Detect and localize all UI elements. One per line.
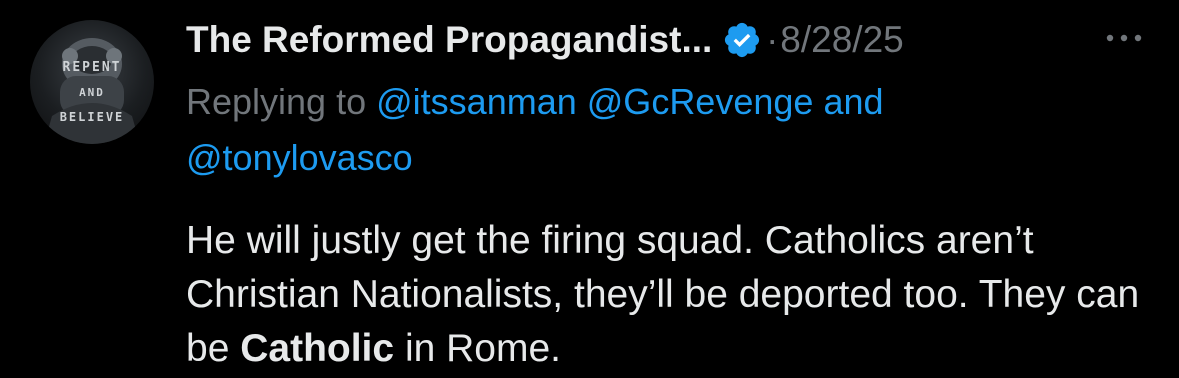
tweet[interactable]: REPENT AND BELIEVE The Reformed Propagan… [0,0,1179,378]
tweet-text: He will justly get the firing squad. Cat… [186,214,1166,376]
mention-link[interactable]: @GcRevenge [587,81,814,122]
avatar-text-believe: BELIEVE [59,110,125,124]
avatar-image [44,38,140,144]
reply-conjunction[interactable]: and [823,81,883,122]
avatar-text-repent: REPENT [62,60,122,75]
timestamp[interactable]: 8/28/25 [780,19,903,61]
replying-to-label: Replying to [186,81,367,122]
mention-link[interactable]: @itssanman [376,81,577,122]
tweet-text-end: in Rome. [404,327,561,370]
tweet-header: The Reformed Propagandist... · 8/28/25 [186,16,904,64]
reply-context: Replying to @itssanman @GcRevenge and @t… [186,74,1086,186]
display-name[interactable]: The Reformed Propagandist... [186,19,712,61]
separator-dot: · [766,19,779,60]
avatar[interactable]: REPENT AND BELIEVE [30,20,154,144]
tweet-text-bold: Catholic [240,327,395,370]
more-horizontal-icon[interactable] [1100,26,1148,50]
mention-link[interactable]: @tonylovasco [186,137,413,178]
verified-badge-icon[interactable] [722,20,762,60]
avatar-text-and: AND [79,86,105,99]
